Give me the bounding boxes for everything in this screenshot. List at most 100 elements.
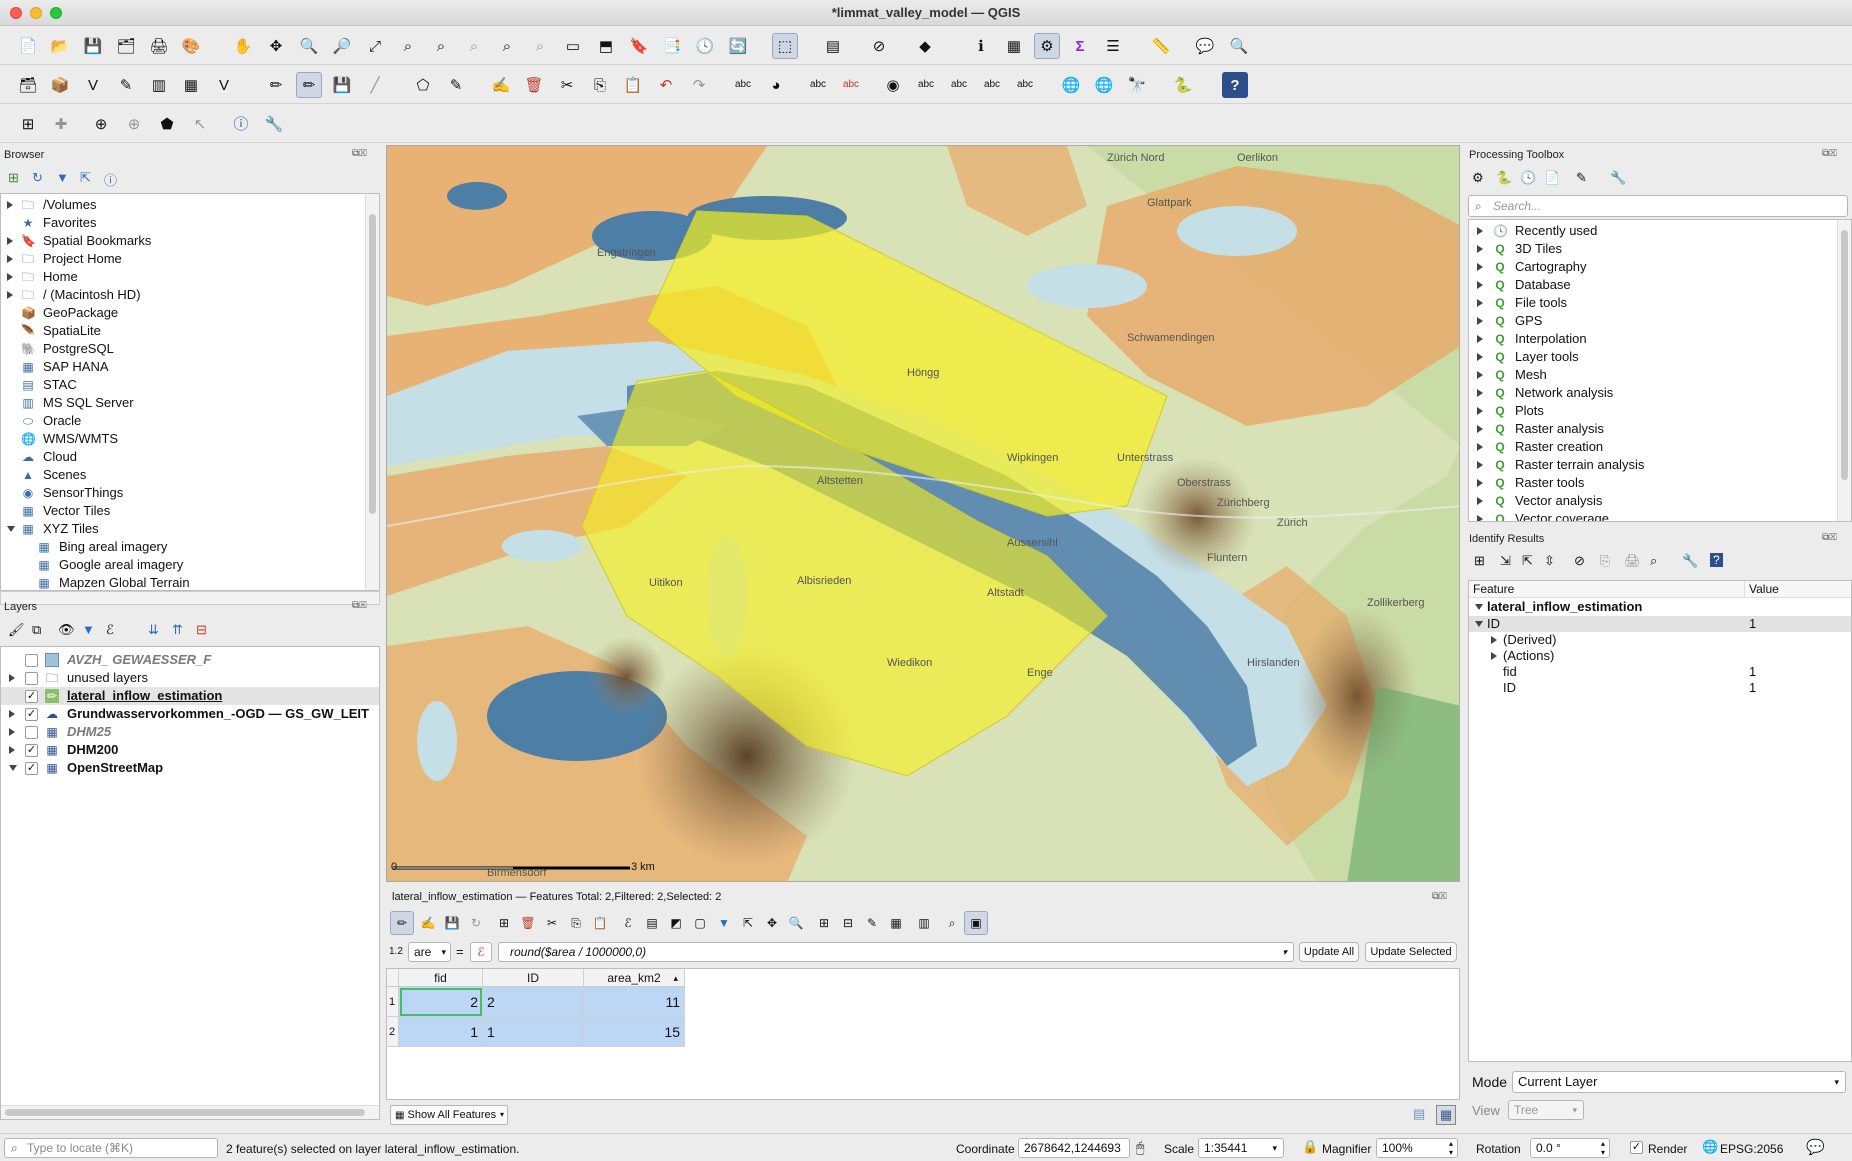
browser-item[interactable]: 🌐 WMS/WMTS	[1, 430, 365, 448]
label-properties-icon[interactable]: abc	[1012, 72, 1038, 98]
chevron-down-icon[interactable]	[7, 526, 15, 532]
data-source-manager-icon[interactable]: 🗃	[15, 72, 41, 98]
filter-expression-icon[interactable]: ℰ	[106, 622, 114, 638]
refresh-browser-icon[interactable]: ↻	[32, 170, 43, 186]
processing-provider-item[interactable]: Q Interpolation	[1469, 330, 1837, 348]
browser-item[interactable]: ▲ Scenes	[1, 466, 365, 484]
chevron-right-icon[interactable]	[1477, 443, 1483, 451]
annotation-icon[interactable]: 💬	[1192, 33, 1218, 59]
browser-tree[interactable]: 🗀 /Volumes ★ Favorites 🔖 Spatial Bookmarks 🗀 Pr…	[0, 193, 380, 591]
diagram-icon[interactable]: ◕	[763, 72, 789, 98]
add-mesh-icon[interactable]: ▦	[178, 72, 204, 98]
zoom-to-selected-icon[interactable]: 🔍	[784, 911, 808, 935]
layers-panel-float-icon[interactable]: ⧉☒	[352, 600, 367, 611]
processing-provider-item[interactable]: Q File tools	[1469, 294, 1837, 312]
layer-visibility-checkbox[interactable]: ✓	[25, 762, 38, 775]
lock-scale-icon[interactable]: 🔒	[1302, 1139, 1318, 1155]
cut-features-icon[interactable]: ✂	[554, 72, 580, 98]
identify-attribute-row[interactable]: (Actions)	[1469, 648, 1851, 664]
identify-panel-float-icon[interactable]: ⧉☒	[1822, 532, 1837, 543]
processing-options-icon[interactable]: 🔧	[1610, 170, 1626, 186]
browser-item[interactable]: ★ Favorites	[1, 214, 365, 232]
pointer-tool-icon[interactable]: ↖	[187, 111, 213, 137]
expand-tree-icon[interactable]: ⊞	[1474, 553, 1485, 569]
browser-item[interactable]: ▦ Bing areal imagery	[1, 538, 365, 556]
copy-feature-icon[interactable]: ⎘	[1600, 553, 1610, 569]
processing-provider-item[interactable]: 🕓 Recently used	[1469, 222, 1837, 240]
chevron-right-icon[interactable]	[1477, 281, 1483, 289]
add-vector-icon[interactable]: V	[211, 72, 237, 98]
pan-icon[interactable]: ✋	[230, 33, 256, 59]
pin-labels-icon[interactable]: abc	[838, 72, 864, 98]
new-bookmark-icon[interactable]: 🔖	[626, 33, 652, 59]
zoom-native-icon[interactable]: ⌕	[461, 33, 487, 59]
map-canvas[interactable]: Zürich Nord Glattpark Schwamendingen Höngg W…	[386, 145, 1460, 882]
organize-columns-icon[interactable]: ✎	[860, 911, 884, 935]
label-tool-icon[interactable]: abc	[730, 72, 756, 98]
render-checkbox[interactable]: ✓	[1630, 1141, 1643, 1154]
processing-toolbox-icon[interactable]: ⚙	[1034, 33, 1060, 59]
browser-item[interactable]: 🗀 Project Home	[1, 250, 365, 268]
chevron-right-icon[interactable]	[1477, 371, 1483, 379]
browser-item[interactable]: ▦ Mapzen Global Terrain	[1, 574, 365, 590]
chevron-right-icon[interactable]	[7, 255, 13, 263]
cut-rows-icon[interactable]: ✂	[540, 911, 564, 935]
add-feature-icon[interactable]: ╱	[362, 72, 388, 98]
layer-visibility-checkbox[interactable]	[25, 654, 38, 667]
scale-field[interactable]: 1:35441 ▾	[1198, 1138, 1284, 1158]
layer-row[interactable]: ✓ ☁ Grundwasservorkommen_-OGD — GS_GW_LEIT	[1, 705, 379, 723]
select-features-icon[interactable]: ⬚	[772, 33, 798, 59]
chevron-right-icon[interactable]	[1477, 353, 1483, 361]
chevron-right-icon[interactable]	[1477, 515, 1483, 521]
layer-row[interactable]: ▦ DHM25	[1, 723, 379, 741]
layers-hscrollbar[interactable]	[1, 1105, 379, 1119]
browser-item[interactable]: ▦ Google areal imagery	[1, 556, 365, 574]
chevron-right-icon[interactable]	[1477, 245, 1483, 253]
select-by-value-icon[interactable]: ▤	[820, 33, 846, 59]
add-point-icon[interactable]: ⊕	[121, 111, 147, 137]
column-header-id[interactable]: ID	[483, 969, 584, 987]
cell-fid[interactable]: 2	[399, 987, 483, 1017]
plugin-binoculars-icon[interactable]: 🔭	[1124, 72, 1150, 98]
layers-scroll-thumb[interactable]	[5, 1109, 365, 1116]
history-icon[interactable]: 🕓	[1520, 170, 1536, 186]
processing-tree[interactable]: 🕓 Recently used Q 3D Tiles Q Cartography Q Data…	[1468, 219, 1852, 522]
processing-provider-item[interactable]: Q Plots	[1469, 402, 1837, 420]
vertex-tool-icon[interactable]: ⬠	[410, 72, 436, 98]
advanced-digitize-icon[interactable]: ⊞	[15, 111, 41, 137]
processing-panel-float-icon[interactable]: ⧉☒	[1822, 148, 1837, 159]
chevron-right-icon[interactable]	[7, 237, 13, 245]
collapse-all-layers-icon[interactable]: ⇈	[172, 622, 183, 638]
actions-icon[interactable]: ⌕	[940, 911, 964, 935]
add-feature-row-icon[interactable]: ⊞	[492, 911, 516, 935]
crs-globe-icon[interactable]: 🌐	[1702, 1139, 1718, 1155]
browser-item[interactable]: ▦ Vector Tiles	[1, 502, 365, 520]
processing-scroll-thumb[interactable]	[1841, 230, 1848, 480]
deselect-all-icon[interactable]: ▢	[688, 911, 712, 935]
chevron-right-icon[interactable]	[1477, 461, 1483, 469]
browser-panel-float-icon[interactable]: ⧉☒	[352, 148, 367, 159]
edit-features-inplace-icon[interactable]: ✎	[1576, 170, 1587, 186]
cell-fid[interactable]: 1	[399, 1017, 483, 1047]
open-table-icon[interactable]: ☰	[1100, 33, 1126, 59]
select-location-icon[interactable]: ◆	[912, 33, 938, 59]
add-raster-icon[interactable]: ▥	[146, 72, 172, 98]
filter-browser-icon[interactable]: ▼	[56, 170, 69, 185]
georef-icon[interactable]: ⊕	[88, 111, 114, 137]
layer-row[interactable]: ▭ AVZH_ GEWAESSER_F	[1, 651, 379, 669]
add-selected-icon[interactable]: ⊞	[8, 170, 19, 186]
open-project-icon[interactable]: 📂	[47, 33, 73, 59]
paste-rows-icon[interactable]: 📋	[588, 911, 612, 935]
expression-builder-icon[interactable]: ℰ	[470, 942, 492, 962]
processing-provider-item[interactable]: Q Raster tools	[1469, 474, 1837, 492]
chevron-right-icon[interactable]	[9, 728, 15, 736]
processing-scrollbar[interactable]	[1837, 220, 1851, 521]
processing-provider-item[interactable]: Q GPS	[1469, 312, 1837, 330]
browser-item[interactable]: 🐘 PostgreSQL	[1, 340, 365, 358]
layer-visibility-checkbox[interactable]: ✓	[25, 690, 38, 703]
map-svg[interactable]: Zürich Nord Glattpark Schwamendingen Höngg W…	[387, 146, 1460, 882]
expand-new-icon[interactable]: ⇲	[1500, 553, 1511, 569]
chevron-right-icon[interactable]	[1477, 389, 1483, 397]
save-project-icon[interactable]: 💾	[80, 33, 106, 59]
style-layer-icon[interactable]: 🖌	[8, 622, 25, 638]
